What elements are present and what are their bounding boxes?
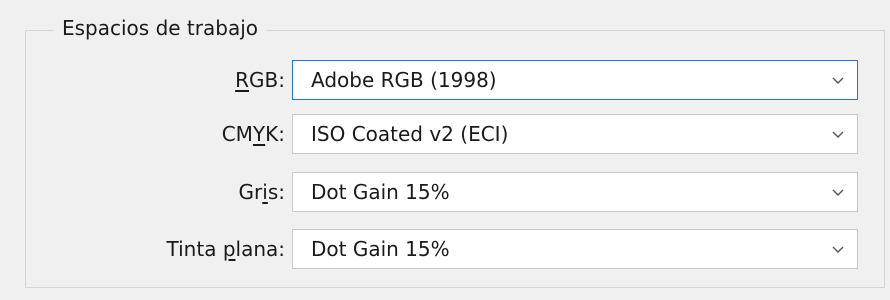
gray-select-value: Dot Gain 15% [311, 180, 450, 204]
row-spot: Tinta plana: Dot Gain 15% [0, 229, 890, 269]
chevron-down-icon [832, 77, 844, 84]
spot-label-rest: lana: [235, 237, 285, 261]
spot-select[interactable]: Dot Gain 15% [292, 229, 858, 269]
spot-label-mnemonic: p [222, 237, 236, 261]
cmyk-label-rest: K: [265, 122, 285, 146]
spot-select-value: Dot Gain 15% [311, 237, 450, 261]
gray-select[interactable]: Dot Gain 15% [292, 172, 858, 212]
gray-label-pre: Gr [238, 180, 263, 204]
rgb-select-value: Adobe RGB (1998) [311, 68, 497, 92]
cmyk-label-mnemonic: Y [252, 122, 266, 146]
rgb-label: RGB: [235, 60, 285, 100]
row-gray: Gris: Dot Gain 15% [0, 172, 890, 212]
row-rgb: RGB: Adobe RGB (1998) [0, 60, 890, 100]
rgb-label-rest: GB: [249, 68, 285, 92]
chevron-down-icon [832, 246, 844, 253]
spot-label: Tinta plana: [167, 229, 285, 269]
cmyk-label-pre: CM [221, 122, 253, 146]
rgb-select[interactable]: Adobe RGB (1998) [292, 60, 858, 100]
spot-label-pre: Tinta [166, 237, 223, 261]
chevron-down-icon [832, 131, 844, 138]
cmyk-select-value: ISO Coated v2 (ECI) [311, 122, 509, 146]
cmyk-select[interactable]: ISO Coated v2 (ECI) [292, 114, 858, 154]
rgb-label-mnemonic: R [235, 68, 250, 92]
cmyk-label: CMYK: [222, 114, 285, 154]
group-title: Espacios de trabajo [54, 13, 266, 43]
gray-label: Gris: [239, 172, 285, 212]
gray-label-rest: s: [267, 180, 285, 204]
chevron-down-icon [832, 189, 844, 196]
row-cmyk: CMYK: ISO Coated v2 (ECI) [0, 114, 890, 154]
